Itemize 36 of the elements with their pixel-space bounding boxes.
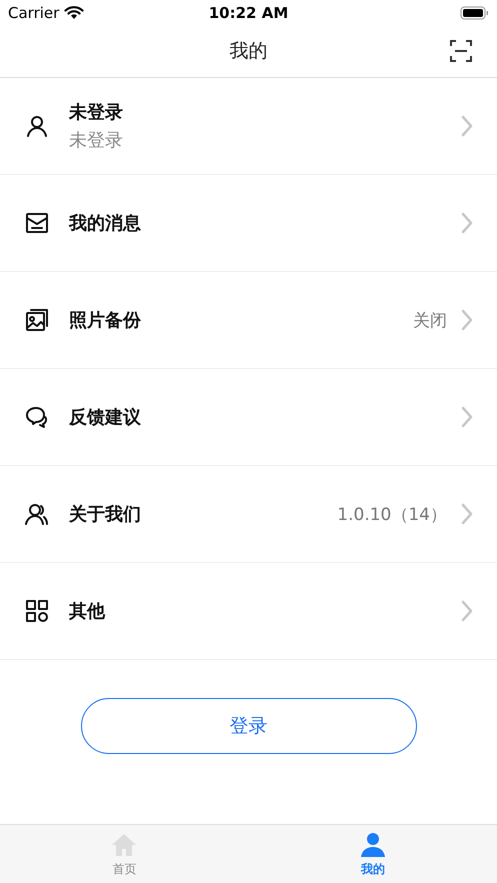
menu-label: 照片备份: [69, 309, 142, 332]
menu-item[interactable]: 未登录 未登录: [0, 78, 497, 175]
menu-label: 我的消息: [69, 212, 142, 235]
tab-item[interactable]: 我的: [248, 825, 497, 883]
chevron-icon: [461, 503, 473, 525]
chevron-icon: [461, 309, 473, 331]
person-icon: [25, 114, 49, 138]
menu-value: 关闭: [413, 310, 447, 332]
scan-icon[interactable]: [449, 39, 473, 63]
grid-icon: [25, 599, 49, 623]
image-icon: [25, 308, 49, 332]
chevron-icon: [461, 406, 473, 428]
chat-icon: [25, 405, 49, 429]
envelope-icon: [25, 211, 49, 235]
page-title: 我的: [230, 39, 268, 64]
chevron-icon: [461, 115, 473, 137]
carrier-name: Carrier: [8, 4, 60, 22]
login-button[interactable]: 登录: [80, 698, 416, 754]
menu-value: 1.0.10（14）: [337, 504, 447, 526]
chevron-icon: [461, 600, 473, 622]
battery-icon: [460, 6, 490, 20]
menu-item[interactable]: 关于我们 1.0.10（14）: [0, 466, 497, 563]
clock-time: 10:22 AM: [208, 4, 288, 22]
menu-item[interactable]: 其他: [0, 563, 497, 660]
chevron-icon: [461, 212, 473, 234]
wifi-icon: [64, 6, 84, 20]
menu-subtitle: 未登录: [69, 129, 124, 152]
menu-item[interactable]: 照片备份 关闭: [0, 272, 497, 369]
menu-label: 其他: [69, 600, 106, 623]
menu-item[interactable]: 反馈建议: [0, 369, 497, 466]
menu-label: 关于我们: [69, 503, 142, 526]
menu-label: 反馈建议: [69, 406, 142, 429]
menu-item[interactable]: 我的消息: [0, 175, 497, 272]
menu-label: 未登录: [69, 101, 124, 124]
people-icon: [25, 502, 49, 526]
person-icon: [358, 830, 387, 858]
